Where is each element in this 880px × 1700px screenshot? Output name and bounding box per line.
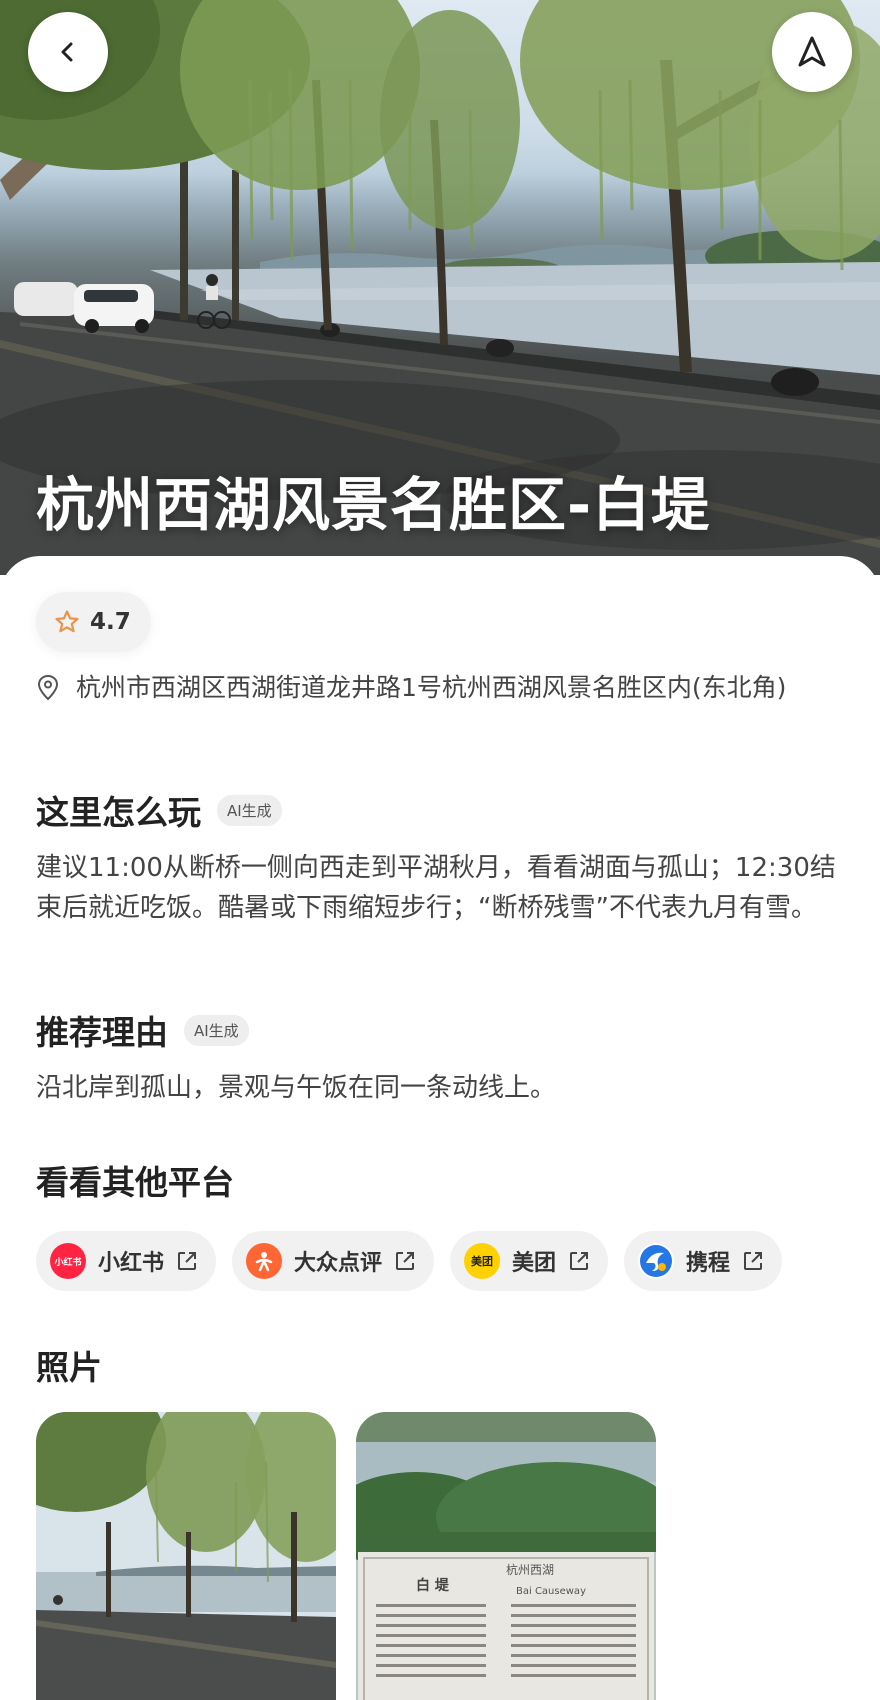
scenic-spot-detail-page: 杭州西湖风景名胜区-白堤 4.7 杭州市西湖区西湖街道龙井路1号杭州西湖风景名胜… bbox=[0, 0, 880, 1700]
platform-xiaohongshu-link[interactable]: 小红书 小红书 bbox=[36, 1231, 217, 1291]
platform-links: 小红书 小红书 大众点评 美团 美团 携程 bbox=[36, 1231, 783, 1291]
ai-generated-badge: AI生成 bbox=[184, 1014, 249, 1046]
meituan-logo-icon: 美团 bbox=[464, 1243, 501, 1279]
external-link-icon bbox=[744, 1252, 763, 1270]
photo-thumbnail-lakeside[interactable] bbox=[36, 1412, 336, 1700]
address-row: 杭州市西湖区西湖街道龙井路1号杭州西湖风景名胜区内(东北角) bbox=[36, 668, 846, 708]
dianping-logo-icon bbox=[246, 1243, 283, 1279]
other-platforms-heading: 看看其他平台 bbox=[36, 1163, 234, 1202]
platform-label: 携程 bbox=[686, 1251, 731, 1276]
rating-badge: 4.7 bbox=[36, 592, 151, 652]
ctrip-logo-icon bbox=[638, 1243, 675, 1279]
location-pin-icon bbox=[37, 674, 59, 701]
navigate-arrow-icon bbox=[798, 36, 826, 67]
back-arrow-icon bbox=[61, 42, 73, 62]
external-link-icon bbox=[570, 1252, 589, 1270]
photo-thumbnail-sign[interactable]: 杭州西湖 白 堤 Bai Causeway bbox=[356, 1412, 656, 1700]
back-button[interactable] bbox=[28, 12, 108, 92]
external-link-icon bbox=[178, 1252, 197, 1270]
navigate-button[interactable] bbox=[772, 12, 852, 92]
platform-label: 小红书 bbox=[98, 1251, 165, 1276]
how-to-play-text: 建议11:00从断桥一侧向西走到平湖秋月，看看湖面与孤山；12:30结束后就近吃… bbox=[36, 853, 836, 923]
recommend-reason-title: 推荐理由 bbox=[36, 1013, 168, 1052]
sign-english: Bai Causeway bbox=[516, 1586, 586, 1597]
sign-heading: 白 堤 bbox=[416, 1577, 450, 1594]
detail-sheet: 4.7 杭州市西湖区西湖街道龙井路1号杭州西湖风景名胜区内(东北角) 这里怎么玩… bbox=[0, 556, 880, 1700]
how-to-play-heading: 这里怎么玩 AI生成 bbox=[36, 786, 282, 834]
page-title: 杭州西湖风景名胜区-白堤 bbox=[36, 471, 711, 539]
recommend-reason-heading: 推荐理由 AI生成 bbox=[36, 1006, 249, 1054]
address-text: 杭州市西湖区西湖街道龙井路1号杭州西湖风景名胜区内(东北角) bbox=[76, 673, 787, 702]
platform-ctrip-link[interactable]: 携程 bbox=[624, 1231, 783, 1291]
sign-title: 杭州西湖 bbox=[506, 1562, 554, 1577]
photo-gallery: 杭州西湖 白 堤 Bai Causeway bbox=[36, 1412, 656, 1700]
ai-generated-badge: AI生成 bbox=[217, 794, 282, 826]
external-link-icon bbox=[396, 1252, 415, 1270]
photos-heading: 照片 bbox=[36, 1348, 102, 1387]
platform-label: 美团 bbox=[512, 1251, 557, 1276]
star-outline-icon bbox=[55, 610, 79, 633]
xiaohongshu-logo-icon: 小红书 bbox=[50, 1243, 86, 1279]
rating-value: 4.7 bbox=[90, 609, 131, 635]
platform-meituan-link[interactable]: 美团 美团 bbox=[450, 1231, 609, 1291]
platform-label: 大众点评 bbox=[294, 1251, 383, 1276]
how-to-play-title: 这里怎么玩 bbox=[36, 793, 201, 832]
platform-dianping-link[interactable]: 大众点评 bbox=[232, 1231, 435, 1291]
hero-image: 杭州西湖风景名胜区-白堤 bbox=[0, 0, 880, 575]
recommend-reason-text: 沿北岸到孤山，景观与午饭在同一条动线上。 bbox=[36, 1073, 557, 1103]
